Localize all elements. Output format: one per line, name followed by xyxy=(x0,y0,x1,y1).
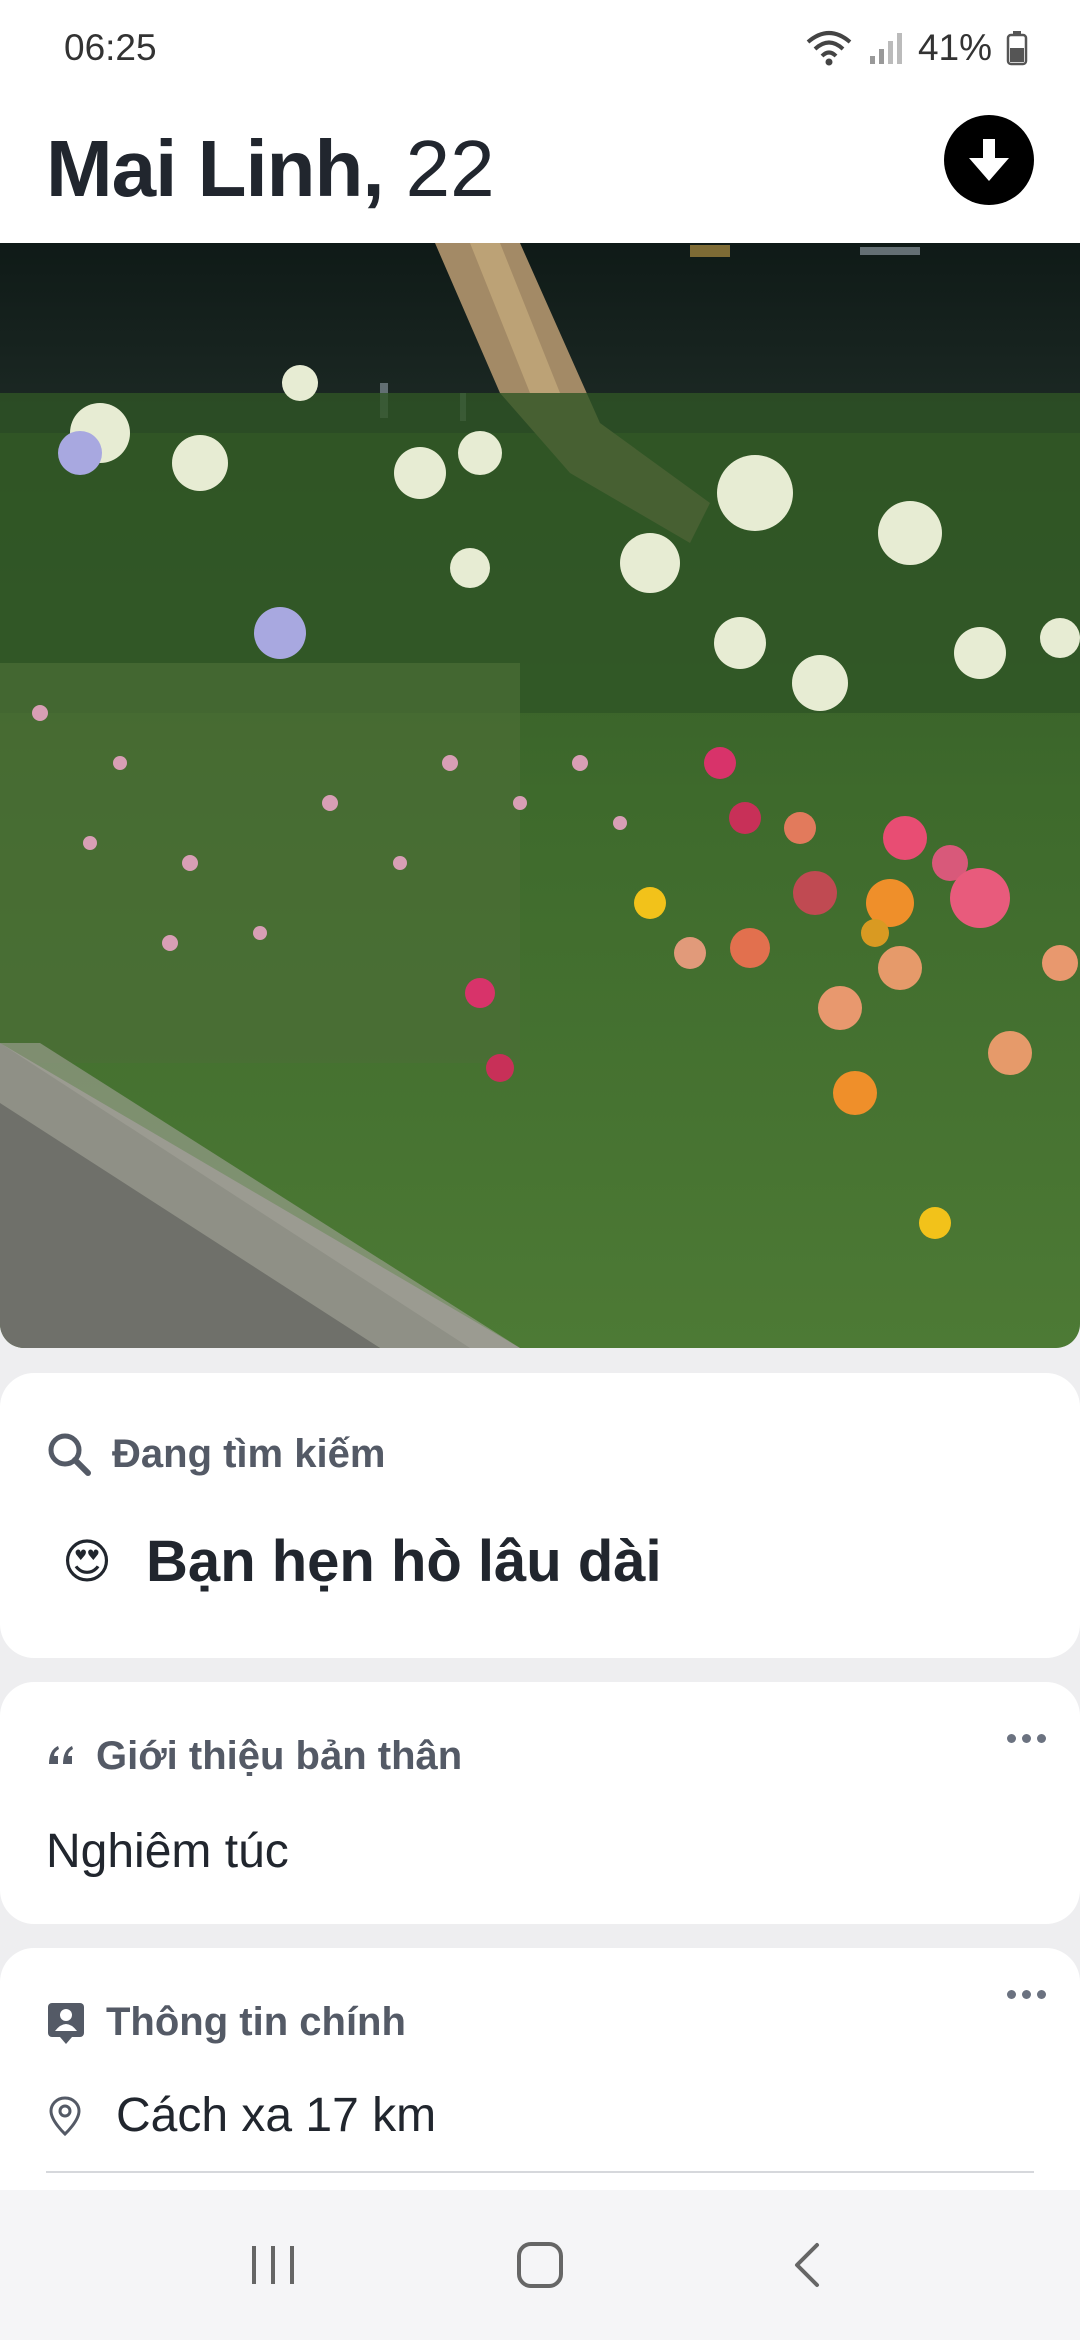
location-pin-icon xyxy=(49,2095,81,2136)
profile-card-icon xyxy=(48,2002,84,2044)
looking-for-header: Đang tìm kiếm xyxy=(46,1431,385,1477)
battery-percent: 41% xyxy=(917,26,992,68)
battery-icon xyxy=(1006,30,1028,65)
profile-photo[interactable] xyxy=(0,243,1080,1348)
status-time: 06:25 xyxy=(64,26,157,68)
bio-header: Giới thiệu bản thân xyxy=(46,1734,462,1779)
bio-label: Giới thiệu bản thân xyxy=(96,1734,463,1778)
recent-apps-button[interactable] xyxy=(213,2215,333,2315)
wifi-icon xyxy=(806,30,852,65)
status-bar: 06:25 41% xyxy=(0,0,1080,95)
search-icon xyxy=(48,1433,91,1476)
looking-for-text: Bạn hẹn hò lâu dài xyxy=(146,1529,662,1594)
distance-text: Cách xa 17 km xyxy=(116,2089,437,2142)
divider xyxy=(46,2171,1034,2173)
back-icon xyxy=(794,2243,819,2287)
looking-for-card: Đang tìm kiếm 😍 Bạn hẹn hò lâu dài xyxy=(0,1373,1080,1658)
profile-age: 22 xyxy=(405,124,495,213)
arrow-down-icon xyxy=(969,139,1009,181)
home-button[interactable] xyxy=(480,2215,600,2315)
looking-for-label: Đang tìm kiếm xyxy=(112,1431,386,1476)
distance-row: Cách xa 17 km xyxy=(48,2088,436,2143)
collapse-profile-button[interactable] xyxy=(944,115,1034,205)
basics-more-options-icon[interactable] xyxy=(1007,1990,1046,1999)
bio-more-options-icon[interactable] xyxy=(1007,1734,1046,1743)
system-nav-bar xyxy=(0,2190,1080,2340)
looking-for-value: 😍 Bạn hẹn hò lâu dài xyxy=(62,1528,662,1595)
recent-apps-icon xyxy=(252,2246,295,2284)
bio-text: Nghiêm túc xyxy=(46,1825,289,1878)
status-icons: 41% xyxy=(804,27,1028,69)
flower-garden-image xyxy=(0,243,1080,1348)
profile-name: Mai Linh, xyxy=(46,124,385,213)
signal-icon xyxy=(869,32,902,64)
profile-header: Mai Linh, 22 xyxy=(0,95,1080,243)
home-icon xyxy=(516,2242,563,2288)
bio-card: Giới thiệu bản thân Nghiêm túc xyxy=(0,1682,1080,1924)
basics-label: Thông tin chính xyxy=(106,2000,406,2044)
heart-eyes-emoji: 😍 xyxy=(62,1535,113,1589)
quote-icon xyxy=(49,1745,73,1764)
back-button[interactable] xyxy=(747,2215,867,2315)
basics-header: Thông tin chính xyxy=(46,2000,406,2045)
